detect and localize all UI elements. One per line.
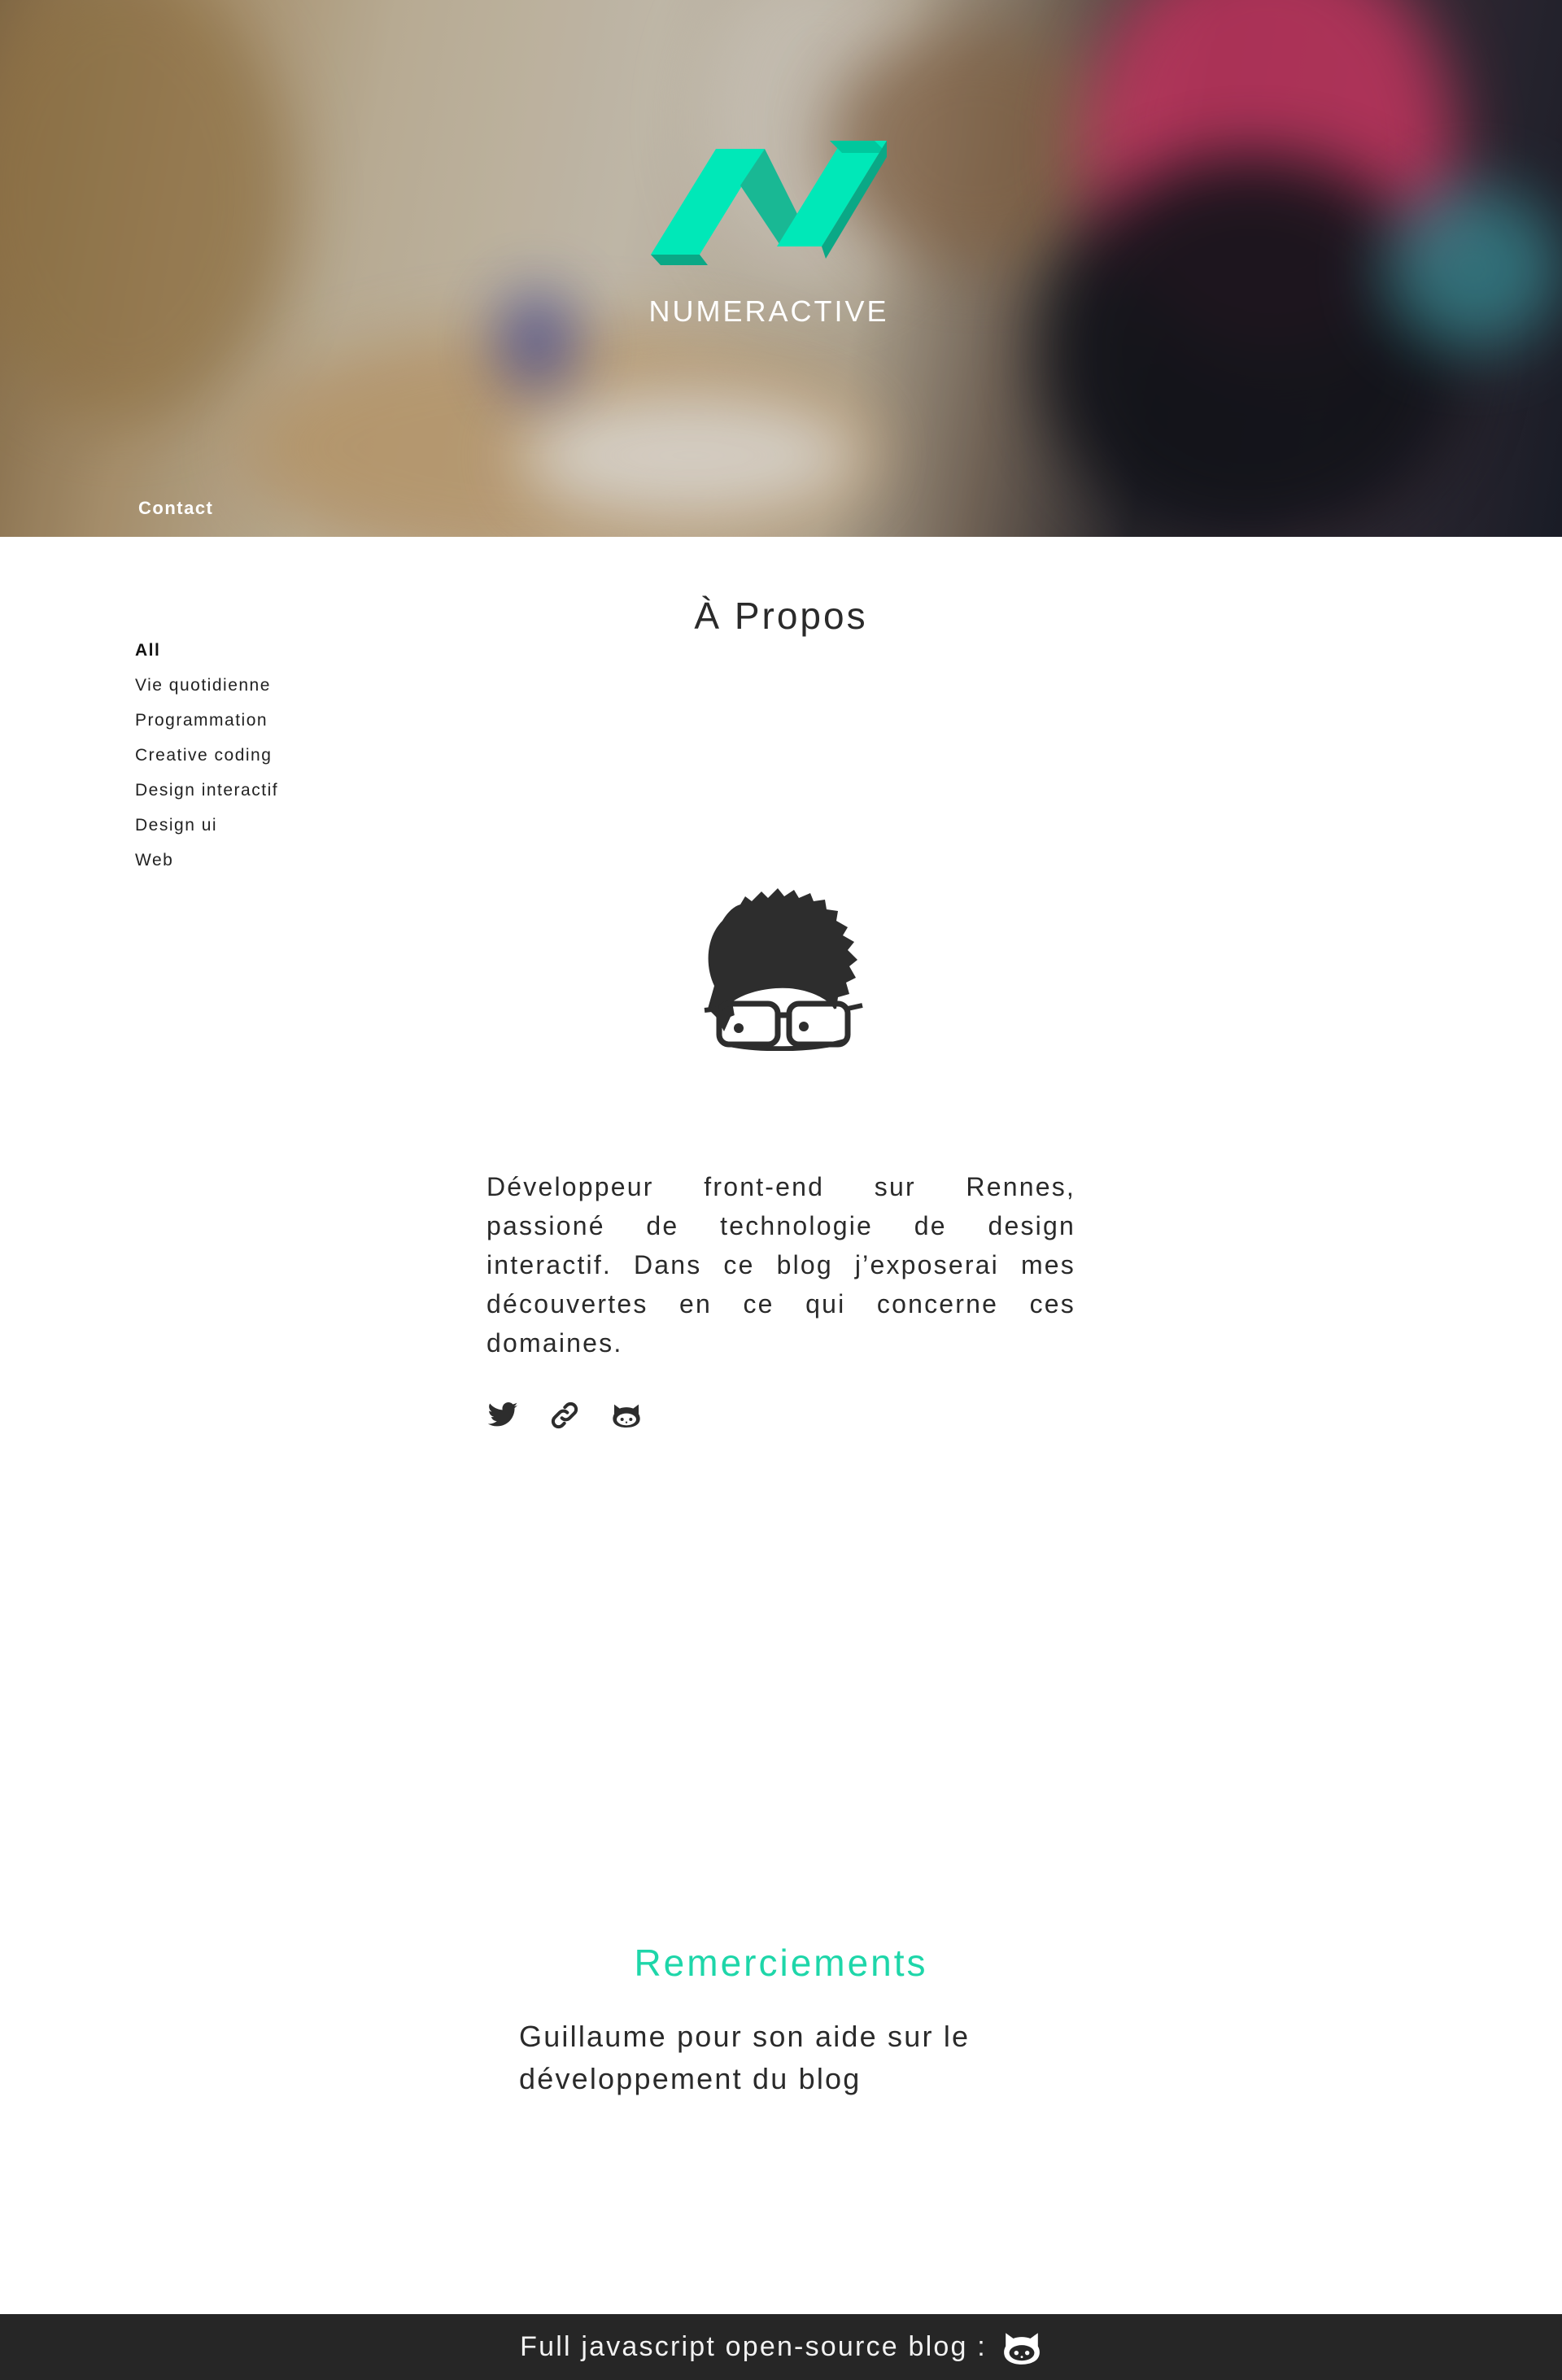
sidebar-item-design-ui[interactable]: Design ui: [135, 813, 347, 848]
category-sidebar: All Vie quotidienne Programmation Creati…: [135, 638, 347, 883]
github-icon[interactable]: [1001, 2329, 1042, 2366]
contact-link[interactable]: Contact: [138, 498, 213, 519]
github-icon[interactable]: [610, 1399, 643, 1432]
thanks-title: Remerciements: [634, 1942, 928, 1984]
footer: Full javascript open-source blog :: [0, 2314, 1562, 2380]
sidebar-item-vie-quotidienne[interactable]: Vie quotidienne: [135, 673, 347, 708]
sidebar-item-programmation[interactable]: Programmation: [135, 708, 347, 743]
sidebar-item-design-interactif[interactable]: Design interactif: [135, 778, 347, 813]
numeractive-logo-icon[interactable]: [651, 120, 887, 283]
sidebar-item-creative-coding[interactable]: Creative coding: [135, 743, 347, 778]
page-title: À Propos: [694, 595, 868, 637]
hero-header: NUMERACTIVE Contact: [0, 0, 1562, 537]
link-icon[interactable]: [548, 1399, 581, 1432]
twitter-icon[interactable]: [486, 1399, 519, 1432]
thanks-text: Guillaume pour son aide sur le développe…: [519, 2020, 971, 2095]
sidebar-item-web[interactable]: Web: [135, 848, 347, 883]
avatar-glasses-icon: [698, 888, 874, 1052]
brand-name: NUMERACTIVE: [648, 294, 889, 328]
footer-text: Full javascript open-source blog :: [520, 2331, 987, 2362]
bio-text: Développeur front-end sur Rennes, passio…: [486, 1172, 1076, 1358]
sidebar-item-all[interactable]: All: [135, 638, 347, 673]
